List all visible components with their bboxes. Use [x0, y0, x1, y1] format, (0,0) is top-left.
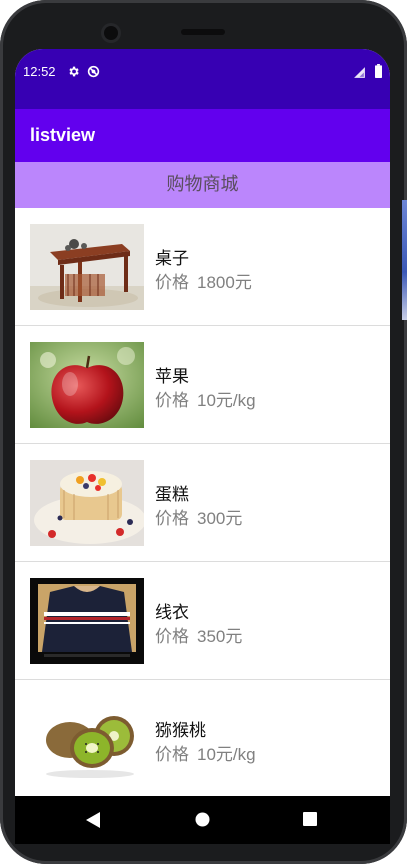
product-image-cake	[30, 460, 144, 546]
app-title: listview	[30, 125, 96, 145]
status-bar: 12:52	[15, 49, 390, 109]
status-time: 12:52	[23, 64, 56, 79]
speaker	[181, 29, 225, 35]
app-bar: listview	[15, 109, 390, 162]
vpn-icon	[87, 65, 100, 78]
product-price: 价格 1800元	[155, 273, 252, 293]
product-image-table	[30, 224, 144, 310]
product-image-apple	[30, 342, 144, 428]
product-price: 价格 300元	[155, 509, 243, 529]
product-name: 蛋糕	[155, 485, 189, 505]
recents-icon[interactable]	[303, 812, 317, 826]
product-name: 苹果	[155, 367, 189, 387]
product-image-kiwi	[30, 696, 144, 782]
background-edge	[402, 200, 407, 320]
product-image-sweater	[30, 578, 144, 664]
list-item[interactable]: 桌子 价格 1800元	[15, 208, 390, 326]
battery-icon	[375, 64, 382, 78]
list-item[interactable]: 蛋糕 价格 300元	[15, 444, 390, 562]
product-name: 猕猴桃	[155, 721, 206, 741]
list-item[interactable]: 苹果 价格 10元/kg	[15, 326, 390, 444]
back-icon[interactable]	[86, 812, 100, 828]
product-list: 桌子 价格 1800元 苹果 价格 10元/kg 蛋糕 价格 300元 线衣 价…	[15, 208, 390, 797]
product-price: 价格 350元	[155, 627, 243, 647]
home-icon[interactable]	[195, 812, 210, 827]
list-item[interactable]: 线衣 价格 350元	[15, 562, 390, 680]
navigation-bar	[15, 796, 390, 844]
camera	[104, 26, 118, 40]
screen: 12:52 listview 购物商城 桌子 价格 1800元 苹果 价格 10…	[15, 49, 390, 844]
product-price: 价格 10元/kg	[155, 745, 256, 765]
product-name: 桌子	[155, 249, 189, 269]
product-price: 价格 10元/kg	[155, 391, 256, 411]
shop-header: 购物商城	[15, 162, 390, 208]
product-name: 线衣	[155, 603, 189, 623]
list-item[interactable]: 猕猴桃 价格 10元/kg	[15, 680, 390, 797]
gear-icon	[69, 66, 79, 77]
signal-icon	[354, 67, 365, 78]
